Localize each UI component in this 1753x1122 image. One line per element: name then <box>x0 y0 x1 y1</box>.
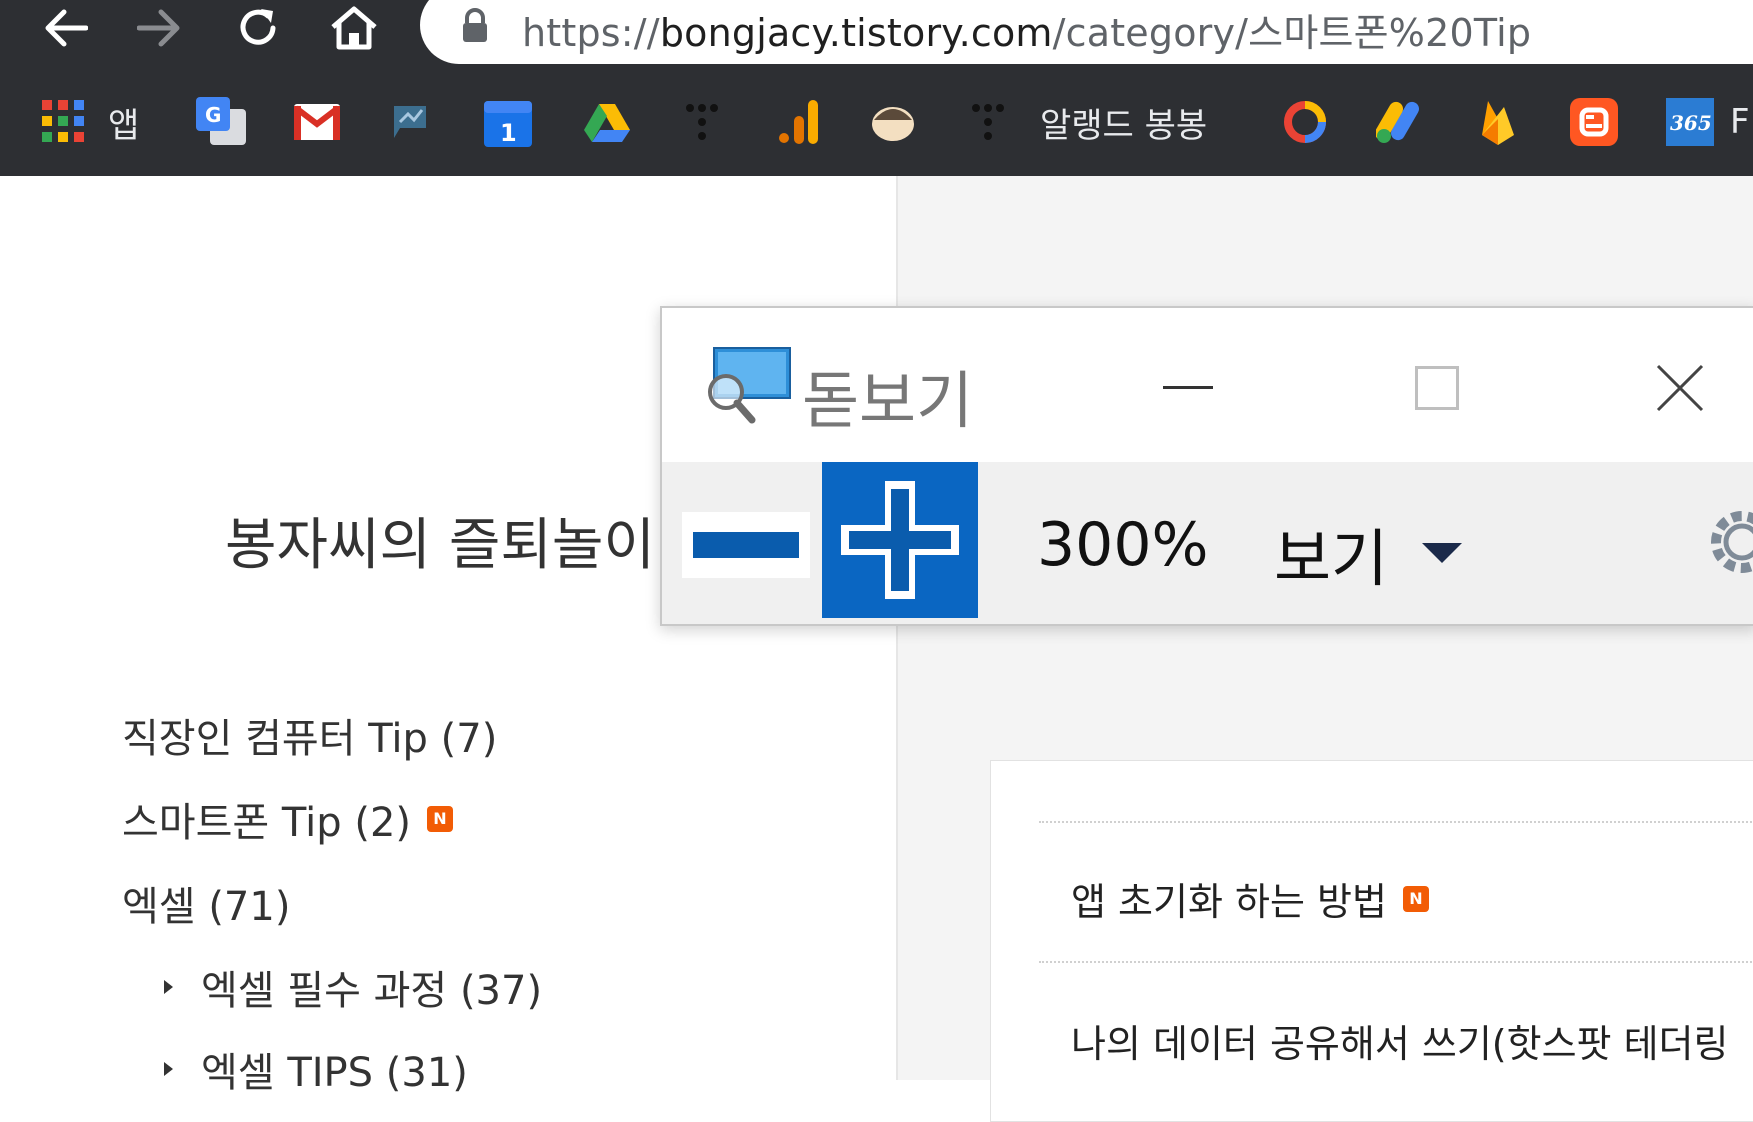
bookmark-apps[interactable]: 앱 <box>42 94 139 150</box>
address-bar[interactable]: https://bongjacy.tistory.com/category/스마… <box>420 0 1753 64</box>
category-item[interactable]: 직장인 컴퓨터 Tip (7) <box>122 706 497 764</box>
calendar-icon: 1 <box>484 101 532 147</box>
magnifier-toolbar: 300% 보기 <box>662 462 1753 624</box>
bookmark-ads[interactable] <box>1376 94 1424 150</box>
forward-button[interactable] <box>130 0 190 56</box>
view-label: 보기 <box>1274 522 1389 595</box>
google-drive-icon <box>584 104 630 142</box>
maximize-icon <box>1415 366 1459 410</box>
back-button[interactable] <box>35 0 95 56</box>
bookmark-face[interactable] <box>870 94 916 150</box>
zoom-in-button[interactable] <box>822 462 978 618</box>
magnifier-window: 돋보기 300% 보기 <box>660 306 1753 626</box>
subcategory-item[interactable]: 엑셀 필수 과정 (37) <box>164 958 542 1016</box>
url-text: https://bongjacy.tistory.com/category/스마… <box>522 2 1531 57</box>
arrow-right-icon <box>137 9 180 47</box>
calendar-day: 1 <box>500 119 517 147</box>
category-label: 스마트폰 Tip (2) <box>122 800 411 846</box>
reload-icon <box>240 9 276 45</box>
bookmark-office365[interactable]: 365 F <box>1666 94 1750 150</box>
firebase-icon <box>1482 101 1514 145</box>
new-badge: N <box>427 806 453 832</box>
face-icon <box>872 107 914 141</box>
post-list: 앱 초기화 하는 방법 N 나의 데이터 공유해서 쓰기(핫스팟 테더링 <box>990 760 1753 1122</box>
post-item[interactable]: 나의 데이터 공유해서 쓰기(핫스팟 테더링 <box>1071 1013 1728 1068</box>
post-title: 나의 데이터 공유해서 쓰기(핫스팟 테더링 <box>1071 1022 1729 1066</box>
bookmark-label: 알랭드 봉봉 <box>1040 105 1208 146</box>
subcategory-item[interactable]: 엑셀 TIPS (31) <box>164 1040 468 1098</box>
bookmark-ring[interactable] <box>1282 94 1328 150</box>
plus-icon <box>841 481 959 599</box>
google-ads-icon <box>1376 101 1419 143</box>
post-title: 앱 초기화 하는 방법 <box>1071 880 1387 924</box>
bookmark-flag[interactable] <box>392 94 430 150</box>
view-dropdown[interactable]: 보기 <box>1274 508 1463 598</box>
google-translate-icon: G <box>196 97 246 145</box>
bookmarks-bar: 앱 G 1 알랭드 봉봉 365 F <box>0 72 1753 176</box>
lock-icon <box>463 8 487 42</box>
dots-icon <box>972 104 1004 140</box>
bookmark-translate[interactable]: G <box>196 94 248 150</box>
bookmark-label: F <box>1730 102 1750 142</box>
category-label: 엑셀 (71) <box>122 884 291 930</box>
analytics-flag-icon <box>394 106 426 138</box>
magnifier-title: 돋보기 <box>802 364 974 437</box>
url-scheme: https:// <box>522 11 660 55</box>
svg-text:365: 365 <box>1670 111 1712 135</box>
magnifier-app-icon <box>708 347 791 424</box>
apps-grid-icon <box>42 100 84 142</box>
close-button[interactable] <box>1640 348 1720 428</box>
google-analytics-icon <box>779 100 818 144</box>
bookmark-analytics[interactable] <box>778 94 820 150</box>
url-host: bongjacy.tistory.com <box>659 11 1053 55</box>
category-label: 엑셀 필수 과정 (37) <box>201 968 543 1014</box>
blogger-icon <box>1570 98 1618 146</box>
divider <box>1039 961 1753 963</box>
settings-gear-icon[interactable] <box>1702 502 1753 582</box>
minus-icon <box>693 532 799 558</box>
browser-toolbar: https://bongjacy.tistory.com/category/스마… <box>0 0 1753 72</box>
category-item[interactable]: 엑셀 (71) <box>122 874 290 932</box>
bookmark-calendar[interactable]: 1 <box>484 94 532 150</box>
maximize-button[interactable] <box>1397 348 1477 428</box>
home-icon <box>331 6 377 50</box>
gmail-icon <box>294 104 340 140</box>
magnifier-titlebar[interactable]: 돋보기 <box>662 308 1753 462</box>
arrow-left-icon <box>45 9 88 47</box>
url-path: /category/스마트폰%20Tip <box>1052 11 1532 55</box>
bookmark-gmail[interactable] <box>294 94 340 150</box>
bookmark-alaindebonbon[interactable]: 알랭드 봉봉 <box>970 94 1207 150</box>
bookmark-blogger[interactable] <box>1570 94 1618 150</box>
dots-icon <box>686 104 718 140</box>
zoom-out-button[interactable] <box>682 512 810 578</box>
minimize-button[interactable] <box>1148 348 1228 428</box>
reload-button[interactable] <box>228 0 288 56</box>
category-item[interactable]: 스마트폰 Tip (2) N <box>122 790 453 848</box>
office365-icon: 365 <box>1666 98 1714 146</box>
svg-text:G: G <box>205 103 221 127</box>
bullet-icon <box>164 980 173 994</box>
bookmark-firebase[interactable] <box>1478 94 1518 150</box>
new-badge: N <box>1402 885 1429 912</box>
minimize-icon <box>1163 386 1213 389</box>
ring-icon <box>1284 101 1326 143</box>
bookmark-label: 앱 <box>108 105 140 146</box>
zoom-level: 300% <box>1037 510 1209 580</box>
close-icon <box>1656 364 1704 412</box>
caret-down-icon <box>1422 543 1463 563</box>
post-item[interactable]: 앱 초기화 하는 방법 N <box>1071 871 1429 926</box>
category-label: 직장인 컴퓨터 Tip (7) <box>122 716 498 762</box>
bullet-icon <box>164 1062 173 1076</box>
home-button[interactable] <box>324 0 384 56</box>
bookmark-drive[interactable] <box>584 94 630 150</box>
bookmark-dots[interactable] <box>684 94 720 150</box>
blog-title[interactable]: 봉자씨의 즐퇴놀이 <box>225 500 655 581</box>
category-label: 엑셀 TIPS (31) <box>201 1050 468 1096</box>
divider <box>1039 821 1753 823</box>
